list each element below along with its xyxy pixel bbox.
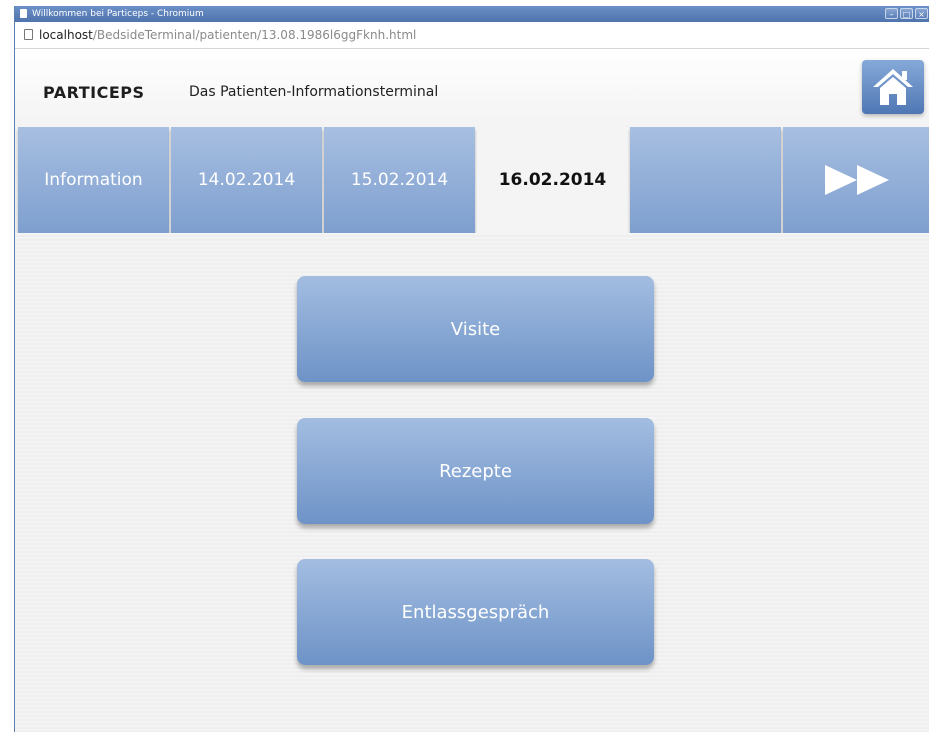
close-button[interactable]: × — [915, 8, 928, 19]
entlassgespraech-button[interactable]: Entlassgespräch — [297, 559, 654, 665]
tab-15-02-2014[interactable]: 15.02.2014 — [324, 127, 475, 233]
app-subtitle: Das Patienten-Informationsterminal — [189, 84, 439, 100]
page-icon — [24, 29, 33, 40]
window-title: Willkommen bei Particeps - Chromium — [32, 9, 204, 19]
tab-16-02-2014[interactable]: 16.02.2014 — [477, 127, 628, 233]
home-icon — [873, 69, 913, 105]
tab-14-02-2014[interactable]: 14.02.2014 — [171, 127, 322, 233]
tab-label: 14.02.2014 — [197, 170, 296, 190]
tab-label: Information — [44, 170, 143, 190]
tab-label: 16.02.2014 — [498, 170, 607, 190]
brand-logo-text: PARTICEPS — [43, 83, 145, 102]
tab-empty[interactable] — [630, 127, 781, 233]
address-bar[interactable]: localhost/BedsideTerminal/patienten/13.0… — [15, 22, 929, 49]
browser-window: Willkommen bei Particeps - Chromium – □ … — [14, 6, 929, 732]
tab-information[interactable]: Information — [18, 127, 169, 233]
tab-next[interactable] — [783, 127, 929, 233]
tab-label: 15.02.2014 — [350, 170, 449, 190]
button-label: Rezepte — [439, 460, 512, 482]
app-header: PARTICEPS Das Patienten-Informationsterm… — [15, 49, 929, 127]
window-controls: – □ × — [885, 8, 928, 19]
rezepte-button[interactable]: Rezepte — [297, 418, 654, 524]
button-label: Visite — [450, 318, 501, 340]
title-bar: Willkommen bei Particeps - Chromium – □ … — [15, 6, 929, 22]
minimize-button[interactable]: – — [885, 8, 898, 19]
button-label: Entlassgespräch — [401, 601, 550, 623]
main-content: Visite Rezepte Entlassgespräch — [15, 233, 929, 732]
maximize-button[interactable]: □ — [900, 8, 913, 19]
url-path: /BedsideTerminal/patienten/13.08.1986l6g… — [92, 28, 417, 42]
next-icon — [824, 165, 889, 195]
date-tabs: Information 14.02.2014 15.02.2014 16.02.… — [15, 127, 929, 233]
home-button[interactable] — [862, 60, 924, 114]
visite-button[interactable]: Visite — [297, 276, 654, 382]
url-text[interactable]: localhost/BedsideTerminal/patienten/13.0… — [39, 22, 416, 48]
document-icon — [20, 9, 27, 18]
url-host: localhost — [39, 28, 93, 42]
